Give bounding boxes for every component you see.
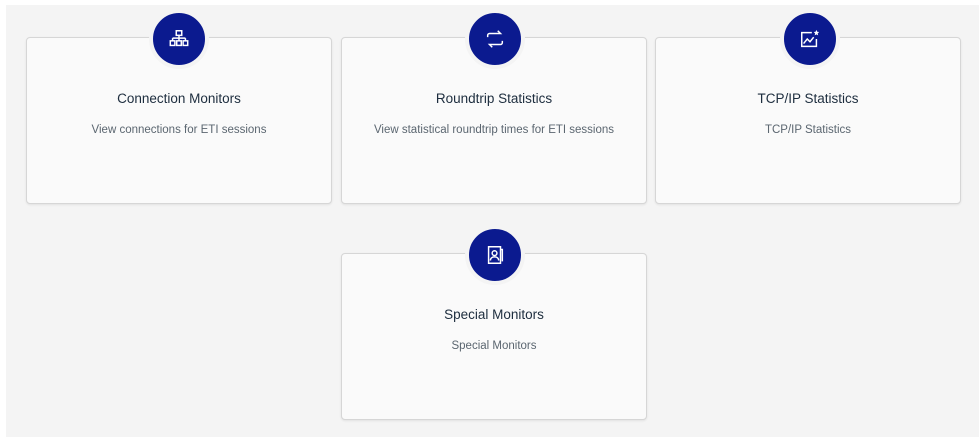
card-description: View statistical roundtrip times for ETI…: [373, 124, 615, 136]
person-card-icon: [465, 225, 525, 285]
refresh-arrows-icon: [465, 9, 525, 69]
card-title: Roundtrip Statistics: [435, 91, 553, 106]
card-title: Special Monitors: [444, 307, 544, 322]
card-description: View connections for ETI sessions: [91, 124, 267, 136]
card-description: Special Monitors: [451, 340, 537, 352]
chart-star-icon: [780, 9, 840, 69]
card-description: TCP/IP Statistics: [764, 124, 852, 136]
network-hierarchy-icon: [149, 9, 209, 69]
card-title: TCP/IP Statistics: [757, 91, 859, 106]
card-title: Connection Monitors: [117, 91, 241, 106]
